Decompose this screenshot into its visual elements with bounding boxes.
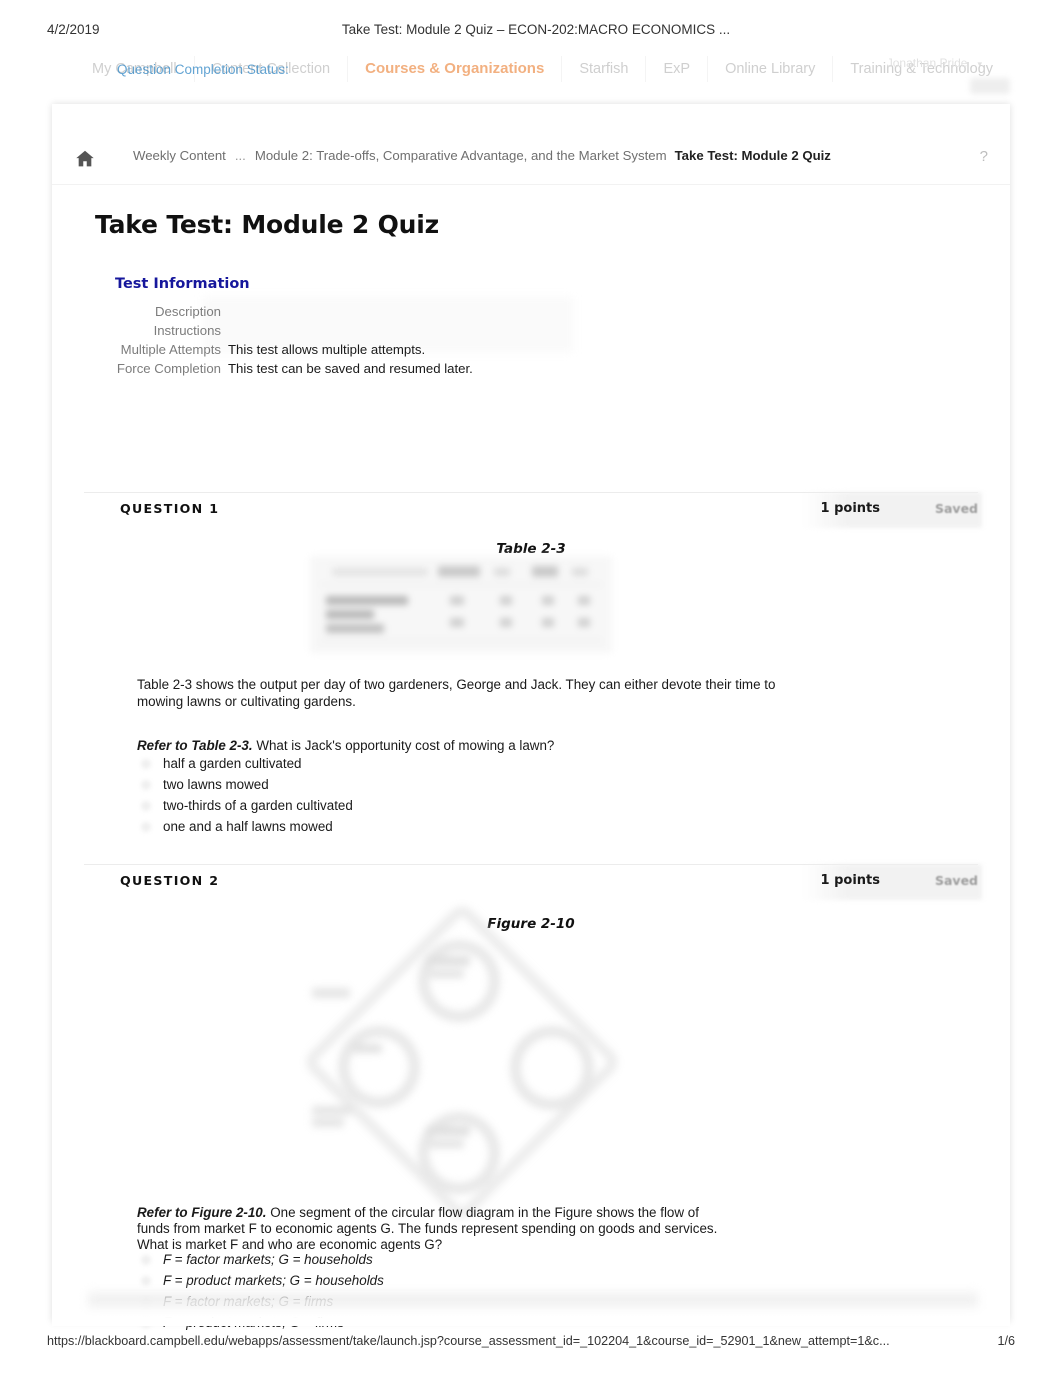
question-2-stem-line2: funds from market F to economic agents G…	[137, 1221, 718, 1236]
question-1-stem-prefix: Refer to Table 2-3.	[137, 738, 253, 753]
radio-icon[interactable]	[141, 759, 151, 769]
question-2-label: QUESTION 2	[120, 873, 220, 888]
answer-option[interactable]: F = factor markets; G = households	[137, 1249, 384, 1270]
footer-url: https://blackboard.campbell.edu/webapps/…	[47, 1334, 890, 1348]
print-footer: https://blackboard.campbell.edu/webapps/…	[0, 1334, 1062, 1354]
breadcrumb-bar: Weekly Content ... Module 2: Trade-offs,…	[52, 140, 1010, 185]
test-info-row: Force Completion This test can be saved …	[108, 359, 473, 378]
question-2-stem-line1: One segment of the circular flow diagram…	[270, 1205, 699, 1220]
question-1-points: 1 points	[820, 501, 880, 516]
print-header: 4/2/2019 Take Test: Module 2 Quiz – ECON…	[0, 22, 1062, 42]
user-menu[interactable]: Jonathan Pride ▾	[887, 56, 982, 70]
question-2-status-badge: Saved	[934, 873, 978, 888]
answer-option[interactable]: F = product markets; G = households	[137, 1270, 384, 1291]
test-info-row: Instructions	[108, 321, 473, 340]
page-title: Take Test: Module 2 Quiz	[95, 210, 439, 239]
breadcrumb-item-module-2[interactable]: Module 2: Trade-offs, Comparative Advant…	[255, 148, 667, 163]
test-info-value-force-completion: This test can be saved and resumed later…	[228, 361, 473, 376]
breadcrumb: Weekly Content ... Module 2: Trade-offs,…	[133, 148, 831, 163]
test-info-row: Description	[108, 302, 473, 321]
radio-icon[interactable]	[141, 780, 151, 790]
question-2-header: QUESTION 2 1 points Saved	[52, 864, 1010, 900]
nav-tab-online-library[interactable]: Online Library	[707, 56, 832, 82]
question-1-header: QUESTION 1 1 points Saved	[52, 492, 1010, 528]
question-1-stem-text: What is Jack's opportunity cost of mowin…	[256, 738, 555, 753]
radio-icon[interactable]	[141, 822, 151, 832]
question-2-stem-prefix: Refer to Figure 2-10.	[137, 1205, 267, 1220]
question-1-intro: Table 2-3 shows the output per day of tw…	[137, 677, 776, 709]
breadcrumb-ellipsis[interactable]: ...	[235, 148, 246, 163]
breadcrumb-item-weekly-content[interactable]: Weekly Content	[133, 148, 226, 163]
answer-option[interactable]: two lawns mowed	[137, 774, 353, 795]
answer-label: two lawns mowed	[163, 777, 269, 792]
test-info-label-description: Description	[155, 304, 221, 319]
footer-page-number: 1/6	[997, 1334, 1015, 1348]
nav-logout-blob	[970, 78, 1010, 94]
test-info-row: Multiple Attempts This test allows multi…	[108, 340, 473, 359]
page-bottom-fade	[52, 1300, 1010, 1326]
test-information-rows: Description Instructions Multiple Attemp…	[108, 302, 473, 378]
test-information-heading: Test Information	[115, 276, 250, 292]
test-info-label-multiple-attempts: Multiple Attempts	[120, 342, 221, 357]
figure-2-10-image	[300, 900, 624, 1224]
question-1-label: QUESTION 1	[120, 501, 220, 516]
answer-label: half a garden cultivated	[163, 756, 302, 771]
answer-option[interactable]: half a garden cultivated	[137, 753, 353, 774]
chevron-down-icon: ▾	[977, 59, 982, 69]
table-2-3-image	[310, 556, 612, 653]
test-info-value-multiple-attempts: This test allows multiple attempts.	[228, 342, 426, 357]
figure-2-10-caption: Figure 2-10	[487, 916, 575, 932]
nav-tab-exp[interactable]: ExP	[645, 56, 707, 82]
question-2-points: 1 points	[820, 873, 880, 888]
question-1-answers: half a garden cultivated two lawns mowed…	[137, 753, 353, 837]
answer-label: F = product markets; G = households	[163, 1273, 384, 1288]
help-icon[interactable]: ?	[980, 148, 988, 165]
answer-option[interactable]: two-thirds of a garden cultivated	[137, 795, 353, 816]
print-document-title: Take Test: Module 2 Quiz – ECON-202:MACR…	[341, 22, 731, 37]
home-icon[interactable]	[74, 148, 96, 170]
answer-label: F = factor markets; G = households	[163, 1252, 373, 1267]
radio-icon[interactable]	[141, 1255, 151, 1265]
radio-icon[interactable]	[141, 801, 151, 811]
question-2-stem: Refer to Figure 2-10. One segment of the…	[137, 1205, 837, 1222]
nav-tab-courses-organizations[interactable]: Courses & Organizations	[347, 56, 561, 82]
question-completion-status-label: Question Completion Status:	[117, 62, 289, 77]
question-1-status-badge: Saved	[934, 501, 978, 516]
radio-icon[interactable]	[141, 1276, 151, 1286]
answer-label: one and a half lawns mowed	[163, 819, 333, 834]
answer-label: two-thirds of a garden cultivated	[163, 798, 353, 813]
nav-tab-starfish[interactable]: Starfish	[561, 56, 645, 82]
user-name-label: Jonathan Pride	[886, 56, 968, 70]
test-info-label-force-completion: Force Completion	[116, 361, 221, 376]
test-info-label-instructions: Instructions	[153, 323, 221, 338]
breadcrumb-item-current: Take Test: Module 2 Quiz	[674, 148, 831, 163]
answer-option[interactable]: one and a half lawns mowed	[137, 816, 353, 837]
table-2-3-caption: Table 2-3	[496, 541, 566, 557]
